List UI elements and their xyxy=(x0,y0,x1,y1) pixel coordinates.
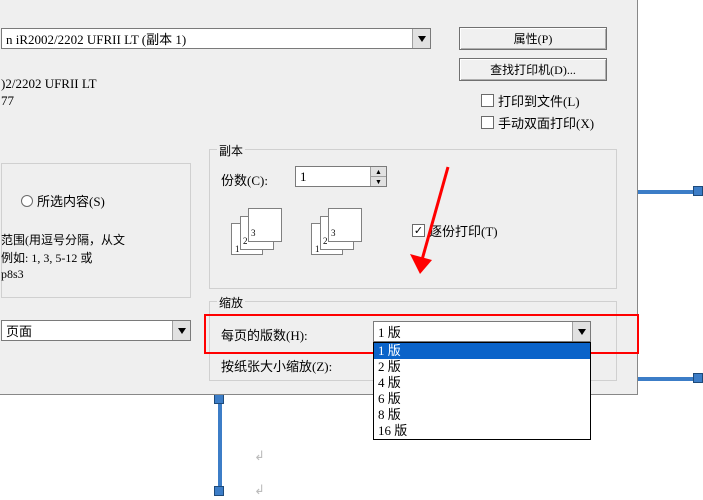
chevron-down-icon[interactable] xyxy=(412,29,430,48)
selection-radio-label: 所选内容(S) xyxy=(37,191,105,210)
checkbox-icon xyxy=(481,116,494,129)
range-hint-1: 范围(用逗号分隔，从文 xyxy=(1,231,125,248)
paragraph-mark: ↲ xyxy=(254,482,265,498)
manual-duplex-label: 手动双面打印(X) xyxy=(498,113,594,132)
spinner-arrows[interactable]: ▲▼ xyxy=(370,167,386,186)
paper-scale-label: 按纸张大小缩放(Z): xyxy=(221,356,332,375)
doc-handle-4 xyxy=(214,394,224,404)
printer-select-text: n iR2002/2202 UFRII LT (副本 1) xyxy=(6,29,186,48)
copies-spinner[interactable]: 1 ▲▼ xyxy=(295,166,387,187)
checkbox-icon xyxy=(481,94,494,107)
paragraph-mark: ↲ xyxy=(254,448,265,464)
properties-label: 属性(P) xyxy=(514,30,553,47)
page-combo[interactable]: 页面 xyxy=(1,320,191,341)
dropdown-item[interactable]: 16 版 xyxy=(374,423,590,439)
find-printer-button[interactable]: 查找打印机(D)... xyxy=(459,58,607,81)
scale-legend: 缩放 xyxy=(217,294,245,311)
print-to-file-check[interactable]: 打印到文件(L) xyxy=(481,91,580,110)
pages-per-dropdown[interactable]: 1 版 2 版 4 版 6 版 8 版 16 版 xyxy=(373,342,591,440)
collate-preview-1: 1 2 3 xyxy=(231,223,263,255)
copies-legend: 副本 xyxy=(217,142,245,159)
copies-label: 份数(C): xyxy=(221,170,268,189)
printer-select[interactable]: n iR2002/2202 UFRII LT (副本 1) xyxy=(1,28,431,49)
manual-duplex-check[interactable]: 手动双面打印(X) xyxy=(481,113,594,132)
dropdown-item[interactable]: 4 版 xyxy=(374,375,590,391)
copies-value: 1 xyxy=(300,169,307,185)
range-hint-3: p8s3 xyxy=(1,267,24,282)
annotation-arrow xyxy=(400,162,460,292)
doc-handle-3 xyxy=(214,486,224,496)
find-printer-label: 查找打印机(D)... xyxy=(490,61,576,78)
dropdown-item[interactable]: 6 版 xyxy=(374,391,590,407)
printer-info-2: 77 xyxy=(1,93,14,109)
doc-handle-1 xyxy=(693,186,703,196)
collate-preview-2: 1 2 3 xyxy=(311,223,343,255)
doc-line-vert xyxy=(218,394,222,488)
doc-handle-2 xyxy=(693,373,703,383)
dropdown-item[interactable]: 1 版 xyxy=(374,343,590,359)
dropdown-item[interactable]: 8 版 xyxy=(374,407,590,423)
dropdown-item[interactable]: 2 版 xyxy=(374,359,590,375)
printer-info-1: )2/2202 UFRII LT xyxy=(1,76,97,92)
range-hint-2: 例如: 1, 3, 5-12 或 xyxy=(1,249,92,266)
radio-icon xyxy=(21,195,33,207)
chevron-down-icon[interactable] xyxy=(172,321,190,340)
page-combo-label: 页面 xyxy=(6,321,32,340)
print-to-file-label: 打印到文件(L) xyxy=(498,91,580,110)
selection-radio[interactable]: 所选内容(S) xyxy=(21,191,105,210)
properties-button[interactable]: 属性(P) xyxy=(459,27,607,50)
